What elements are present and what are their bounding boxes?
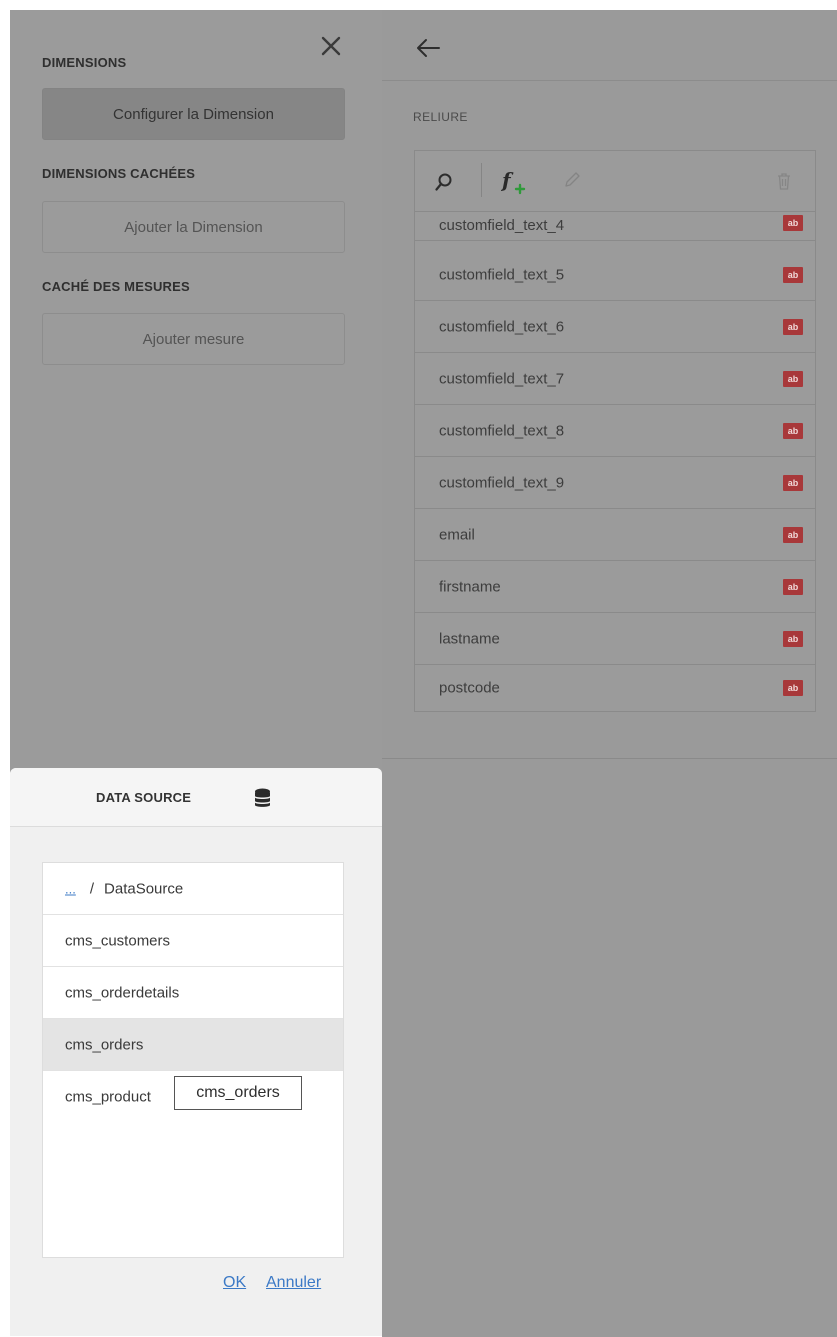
breadcrumb: ... / DataSource xyxy=(43,863,343,915)
breadcrumb-separator: / xyxy=(89,880,95,897)
pencil-icon[interactable] xyxy=(563,171,581,189)
text-type-badge: ab xyxy=(783,215,803,231)
add-dimension-label: Ajouter la Dimension xyxy=(124,218,263,236)
field-name: customfield_text_5 xyxy=(439,266,565,283)
field-row[interactable]: lastname ab xyxy=(415,613,815,665)
field-row[interactable]: customfield_text_5 ab xyxy=(415,249,815,301)
text-type-badge: ab xyxy=(783,370,803,387)
list-item[interactable]: cms_customers xyxy=(43,915,343,967)
list-item[interactable]: cms_orderdetails xyxy=(43,967,343,1019)
data-source-title: DATA SOURCE xyxy=(96,790,192,805)
binding-label: RELIURE xyxy=(413,110,468,124)
field-name: customfield_text_9 xyxy=(439,474,565,491)
text-type-badge: ab xyxy=(783,680,803,696)
hidden-dimensions-title: DIMENSIONS CACHÉES xyxy=(42,166,196,181)
field-list: f customfield_text_4 ab customfield_text… xyxy=(414,150,816,712)
field-row[interactable]: customfield_text_9 ab xyxy=(415,457,815,509)
data-source-header: DATA SOURCE xyxy=(10,768,382,827)
trash-icon[interactable] xyxy=(776,171,792,191)
text-type-badge: ab xyxy=(783,318,803,335)
field-name: customfield_text_8 xyxy=(439,422,565,439)
list-item-label: cms_orders xyxy=(65,1036,144,1053)
list-item-selected[interactable]: cms_orders xyxy=(43,1019,343,1071)
text-type-badge: ab xyxy=(783,578,803,595)
text-type-badge: ab xyxy=(783,630,803,647)
field-row[interactable]: customfield_text_4 ab xyxy=(415,209,815,241)
field-name: postcode xyxy=(439,679,500,697)
field-row[interactable]: postcode ab xyxy=(415,665,815,711)
field-name: customfield_text_4 xyxy=(439,217,565,234)
text-type-badge: ab xyxy=(783,422,803,439)
field-toolbar: f xyxy=(415,151,815,212)
ok-button[interactable]: OK xyxy=(223,1274,246,1292)
svg-text:f: f xyxy=(501,168,514,192)
field-name: customfield_text_7 xyxy=(439,370,565,387)
field-name: email xyxy=(439,526,475,543)
list-item-label: cms_orderdetails xyxy=(65,984,180,1001)
arrow-left-icon[interactable] xyxy=(415,37,441,59)
text-type-badge: ab xyxy=(783,526,803,543)
field-name: customfield_text_6 xyxy=(439,318,565,335)
field-row[interactable]: email ab xyxy=(415,509,815,561)
field-row[interactable]: customfield_text_8 ab xyxy=(415,405,815,457)
cancel-button[interactable]: Annuler xyxy=(266,1274,321,1292)
breadcrumb-parent-link[interactable]: ... xyxy=(65,881,76,896)
configure-dimension-label: Configurer la Dimension xyxy=(113,105,274,123)
data-source-list: ... / DataSource cms_customers cms_orderde… xyxy=(42,862,344,1258)
dimensions-title: DIMENSIONS xyxy=(42,55,127,70)
text-type-badge: ab xyxy=(783,474,803,491)
text-type-badge: ab xyxy=(783,266,803,283)
field-row[interactable]: firstname ab xyxy=(415,561,815,613)
empty-area xyxy=(382,758,837,1337)
configure-dimension-button[interactable]: Configurer la Dimension xyxy=(42,88,345,140)
add-dimension-button[interactable]: Ajouter la Dimension xyxy=(42,201,345,253)
add-measure-button[interactable]: Ajouter mesure xyxy=(42,313,345,365)
field-name: lastname xyxy=(439,630,500,647)
close-icon[interactable] xyxy=(320,35,342,57)
hidden-measures-title: CACHÉ DES MESURES xyxy=(42,279,190,294)
field-row[interactable]: customfield_text_6 ab xyxy=(415,301,815,353)
binding-panel-header xyxy=(382,10,837,81)
tooltip: cms_orders xyxy=(174,1076,302,1110)
list-item-label: cms_customers xyxy=(65,932,171,949)
field-row[interactable]: customfield_text_7 ab xyxy=(415,353,815,405)
database-icon xyxy=(255,788,270,807)
search-icon[interactable] xyxy=(435,173,453,193)
add-function-icon[interactable]: f xyxy=(501,167,531,197)
list-item-label: cms_product xyxy=(65,1088,151,1106)
add-measure-label: Ajouter mesure xyxy=(142,330,245,348)
data-source-dialog: DATA SOURCE ... / DataSource cms_customers… xyxy=(10,768,382,1336)
breadcrumb-current: DataSource xyxy=(104,880,184,897)
field-name: firstname xyxy=(439,578,501,595)
toolbar-separator xyxy=(481,163,482,197)
app-root: DIMENSIONS Configurer la Dimension DIMEN… xyxy=(0,0,837,1337)
